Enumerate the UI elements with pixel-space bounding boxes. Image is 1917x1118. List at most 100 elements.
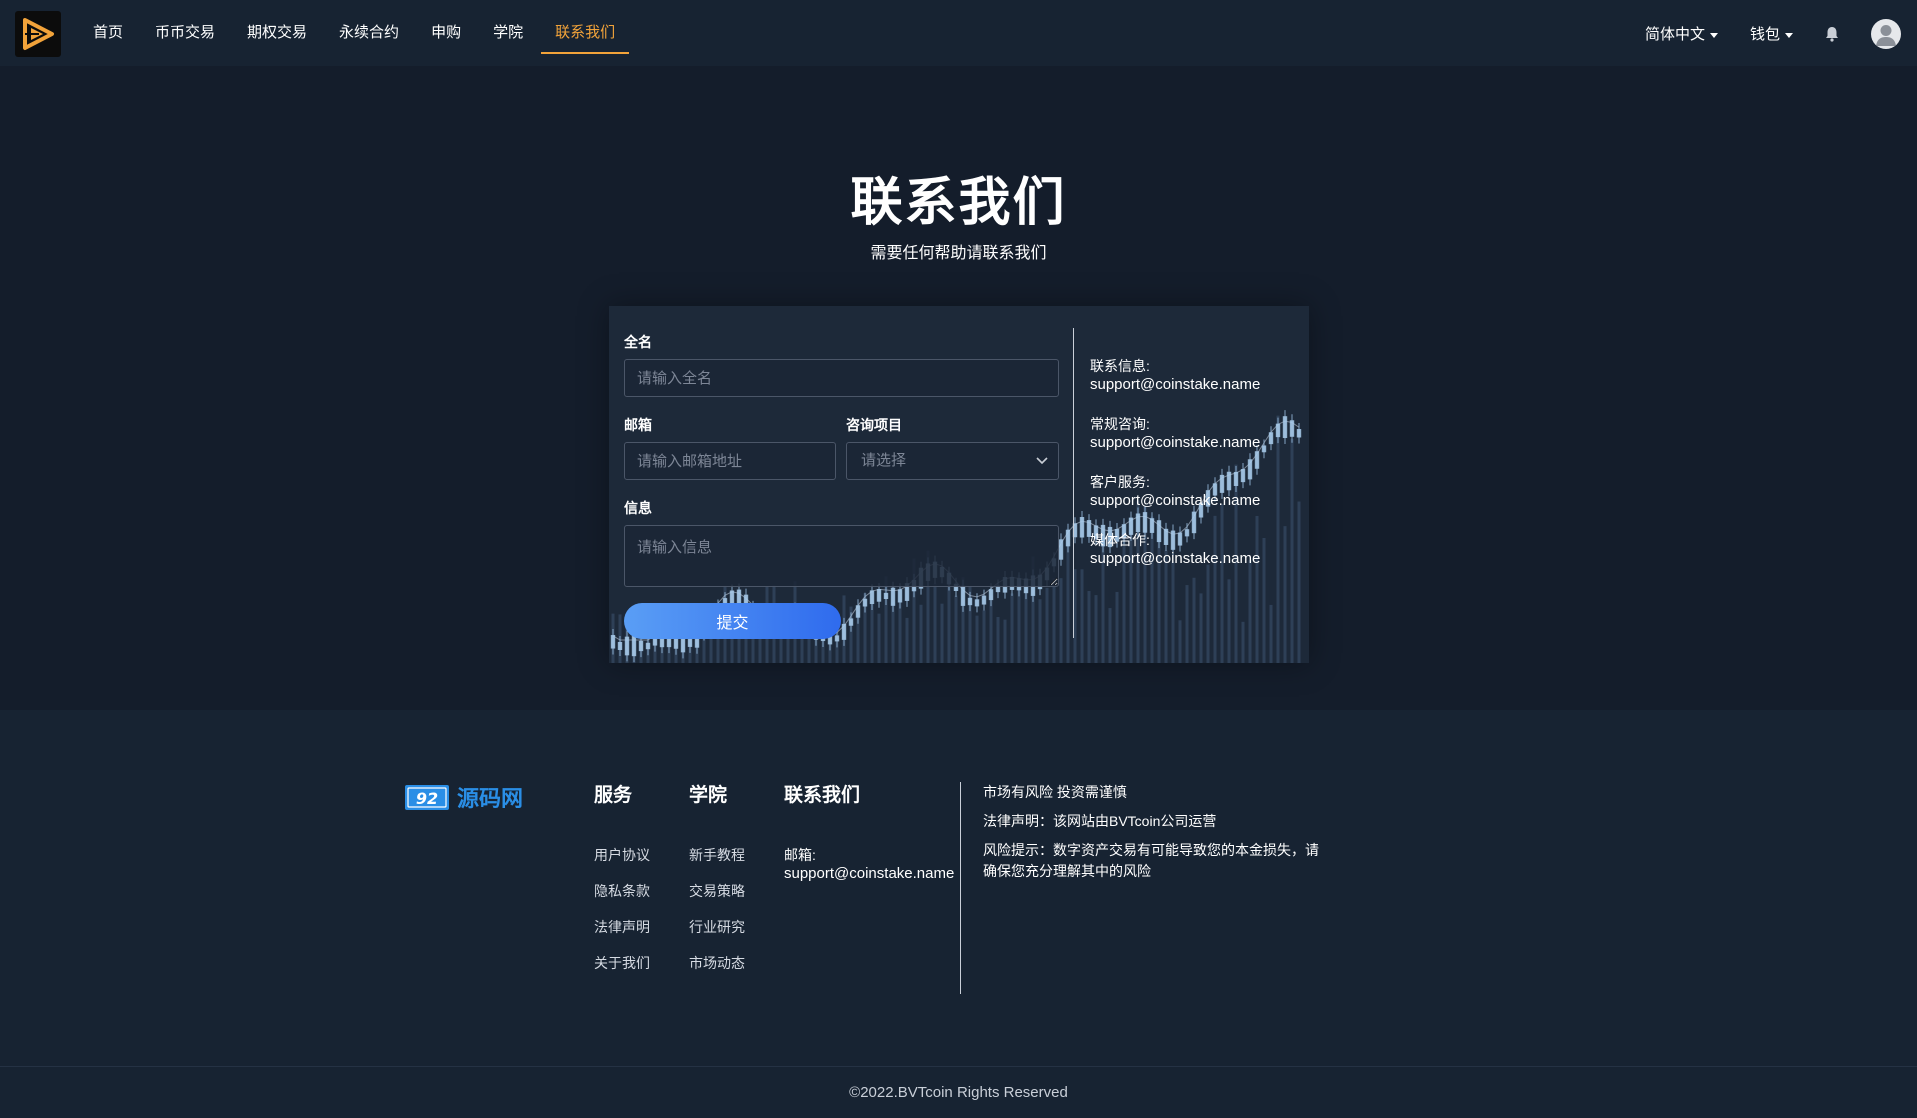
chart-volume-bar [940,603,944,663]
email-label: 邮箱 [624,417,652,433]
chart-volume-bar [1227,579,1231,663]
chart-volume-bar [1276,415,1280,663]
play-logo-icon [23,18,54,50]
chart-candle-body [1289,420,1295,437]
chart-volume-bar [1241,621,1245,663]
svg-text:源码网: 源码网 [457,787,523,812]
copyright-text: ©2022.BVTcoin Rights Reserved [849,1084,1068,1101]
user-avatar-icon[interactable] [1871,19,1901,49]
language-label: 简体中文 [1645,26,1706,43]
chart-volume-bar [919,604,923,663]
footer-legal-note: 法律声明：该网站由BVTcoin公司运营 [983,813,1217,829]
chart-candle-body [1163,528,1169,545]
chart-volume-bar [870,603,874,663]
chart-candle-body [1219,474,1225,493]
topic-select[interactable]: 请选择 [846,442,1059,480]
footer-link-beginner[interactable]: 新手教程 [689,845,745,865]
chart-volume-bar [1052,578,1056,663]
chart-candle-body [1296,429,1302,438]
nav-home[interactable]: 首页 [77,0,139,66]
chart-volume-bar [1094,595,1098,663]
footer-risk-note: 市场有风险 投资需谨慎 [983,784,1127,800]
chart-volume-bar [1283,526,1287,663]
nav-subscribe[interactable]: 申购 [415,0,477,66]
brand-logo[interactable] [15,11,61,57]
chart-volume-bar [1290,438,1294,663]
chart-candle-body [1275,423,1281,438]
chart-volume-bar [1010,593,1014,663]
footer-risk-warning: 风险提示：数字资产交易有可能导致您的本金损失，请确保您充分理解其中的风险 [983,842,1319,879]
email-input[interactable] [624,442,836,480]
caret-down-icon [1785,32,1794,38]
topic-label: 咨询项目 [846,417,902,433]
chart-candle-body [1065,529,1071,547]
wallet-dropdown[interactable]: 钱包 [1750,23,1794,44]
chart-volume-bar [1080,569,1084,663]
footer-link-privacy[interactable]: 隐私条款 [594,881,650,901]
customer-service-email: support@coinstake.name [1090,492,1261,509]
submit-button[interactable]: 提交 [624,603,841,639]
chevron-down-icon [1036,457,1048,465]
footer-link-user-agreement[interactable]: 用户协议 [594,845,650,865]
main-nav: 首页 币币交易 期权交易 永续合约 申购 学院 联系我们 [77,0,631,66]
chart-volume-bar [1206,564,1210,663]
chart-volume-bar [1185,585,1189,663]
footer-link-strategy[interactable]: 交易策略 [689,881,745,901]
nav-perpetual-contract[interactable]: 永续合约 [323,0,415,66]
footer-academy-title: 学院 [689,785,728,806]
chart-volume-bar [982,610,986,663]
footer-link-about[interactable]: 关于我们 [594,953,650,973]
chart-volume-bar [1213,515,1217,663]
language-dropdown[interactable]: 简体中文 [1645,23,1719,44]
chart-volume-bar [1248,560,1252,663]
chart-candle-body [1079,517,1085,538]
chart-volume-bar [1164,550,1168,663]
chart-volume-bar [905,617,909,663]
customer-service-label: 客户服务: [1090,474,1150,490]
footer-logo[interactable]: 92 源码网 [405,782,540,812]
footer-link-research[interactable]: 行业研究 [689,917,745,937]
chart-candle-body [890,587,896,606]
chart-volume-bar [1003,619,1007,663]
chart-candle-body [862,598,868,607]
nav-academy[interactable]: 学院 [477,0,539,66]
chart-candle-body [1254,451,1260,469]
copyright-bar: ©2022.BVTcoin Rights Reserved [0,1066,1917,1118]
media-cooperation-label: 媒体合作: [1090,532,1150,548]
chart-candle-body [967,597,973,606]
chart-volume-bar [898,601,902,663]
chart-candle-body [974,599,980,607]
topic-select-value: 请选择 [861,452,907,469]
footer-link-market-news[interactable]: 市场动态 [689,953,745,973]
chart-candle-body [841,623,847,640]
chart-candle-body [834,635,840,642]
chart-candle-body [883,592,889,600]
contact-info-email: support@coinstake.name [1090,376,1261,393]
chart-candle-body [1268,432,1274,445]
chart-volume-bar [1297,501,1301,663]
chart-candle-body [610,635,616,649]
chart-candle-body [617,641,623,651]
nav-contact-us[interactable]: 联系我们 [539,0,631,66]
chart-volume-bar [1038,599,1042,663]
general-inquiry-email: support@coinstake.name [1090,434,1261,451]
message-textarea[interactable] [624,525,1059,587]
footer: 92 源码网 服务 用户协议 隐私条款 法律声明 关于我们 学院 新手教程 交易… [0,710,1917,1066]
nav-spot-trading[interactable]: 币币交易 [139,0,231,66]
page-title: 联系我们 [850,174,1067,232]
footer-link-legal[interactable]: 法律声明 [594,917,650,937]
chart-candle-body [1058,539,1064,560]
bell-icon[interactable] [1823,25,1841,43]
chart-candle-body [1156,520,1162,543]
caret-down-icon [1710,32,1719,38]
nav-options-trading[interactable]: 期权交易 [231,0,323,66]
chart-volume-bar [954,595,958,663]
chart-candle-body [1191,511,1197,534]
full-name-input[interactable] [624,359,1059,397]
chart-candle-body [981,595,987,605]
chart-volume-bar [975,615,979,663]
chart-candle-body [1184,529,1190,537]
footer-services-title: 服务 [594,785,633,806]
footer-email-value[interactable]: support@coinstake.name [784,865,954,882]
chart-candle-body [897,589,903,603]
